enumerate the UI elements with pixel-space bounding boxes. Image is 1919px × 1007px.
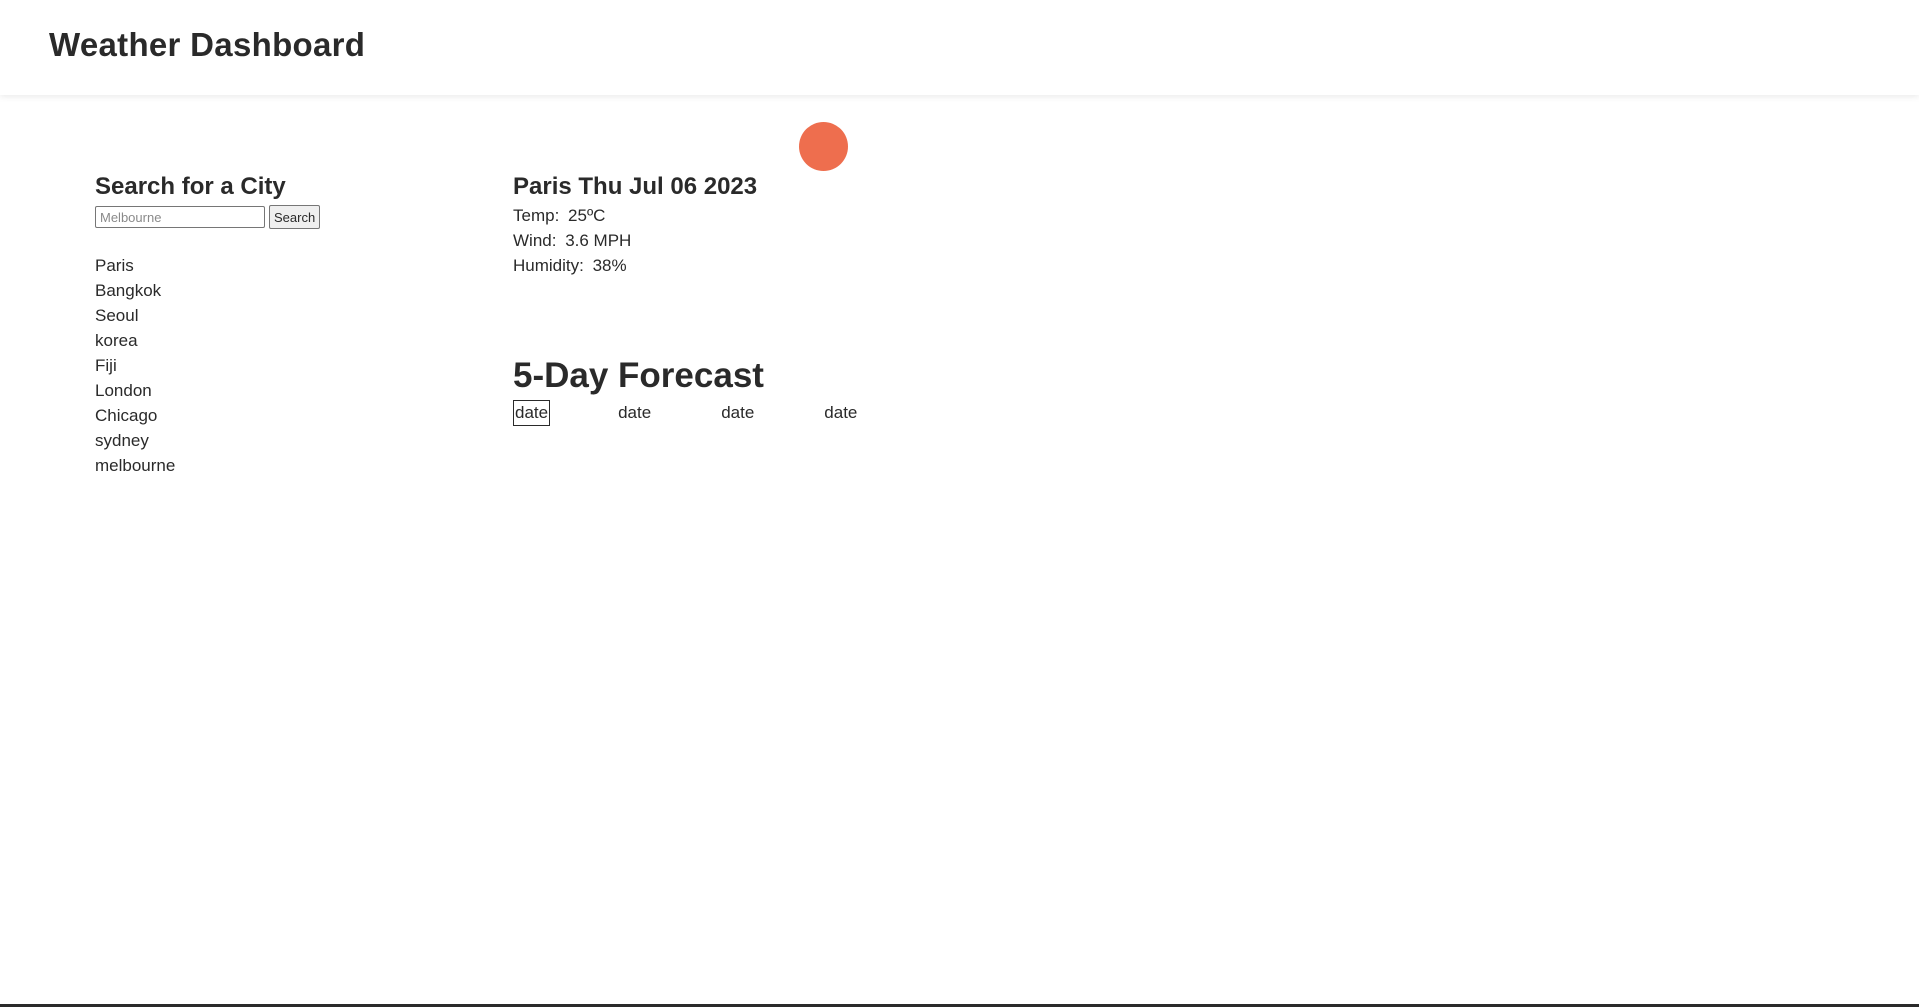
history-item-chicago[interactable]: Chicago — [95, 403, 395, 428]
wind-label: Wind: — [513, 231, 557, 250]
search-panel: Search for a City Search Paris Bangkok S… — [95, 170, 395, 478]
forecast-row: date date date date — [513, 400, 1113, 426]
wind-value: 3.6 MPH — [565, 231, 632, 250]
current-humidity: Humidity: 38% — [513, 253, 1113, 278]
humidity-value: 38% — [592, 256, 627, 275]
history-item-melbourne[interactable]: melbourne — [95, 453, 395, 478]
history-item-korea[interactable]: korea — [95, 328, 395, 353]
app-title: Weather Dashboard — [49, 26, 366, 63]
page: Weather Dashboard Search for a City Sear… — [0, 0, 1919, 1007]
history-item-sydney[interactable]: sydney — [95, 428, 395, 453]
forecast-panel: 5-Day Forecast date date date date — [513, 354, 1113, 426]
search-heading: Search for a City — [95, 173, 286, 200]
current-wind: Wind: 3.6 MPH — [513, 228, 1113, 253]
history-item-seoul[interactable]: Seoul — [95, 303, 395, 328]
history-item-paris[interactable]: Paris — [95, 253, 395, 278]
current-temp: Temp: 25ºC — [513, 203, 1113, 228]
forecast-date-1[interactable]: date — [513, 400, 551, 426]
search-button[interactable]: Search — [269, 205, 321, 229]
current-weather-panel: Paris Thu Jul 06 2023 Temp: 25ºC Wind: 3… — [513, 170, 1113, 278]
forecast-date-2: date — [618, 403, 652, 422]
accent-dot — [799, 122, 848, 171]
forecast-heading: 5-Day Forecast — [513, 356, 764, 395]
search-history-list: Paris Bangkok Seoul korea Fiji London Ch… — [95, 253, 395, 478]
history-item-fiji[interactable]: Fiji — [95, 353, 395, 378]
temp-label: Temp: — [513, 206, 560, 225]
city-search-input[interactable] — [95, 206, 265, 228]
history-item-london[interactable]: London — [95, 378, 395, 403]
app-header: Weather Dashboard — [0, 0, 1919, 95]
forecast-date-3: date — [721, 403, 755, 422]
humidity-label: Humidity: — [513, 256, 584, 275]
current-city-heading: Paris Thu Jul 06 2023 — [513, 173, 758, 200]
search-row: Search — [95, 205, 395, 229]
temp-value: 25ºC — [568, 206, 606, 225]
history-item-bangkok[interactable]: Bangkok — [95, 278, 395, 303]
forecast-date-4: date — [824, 403, 858, 422]
